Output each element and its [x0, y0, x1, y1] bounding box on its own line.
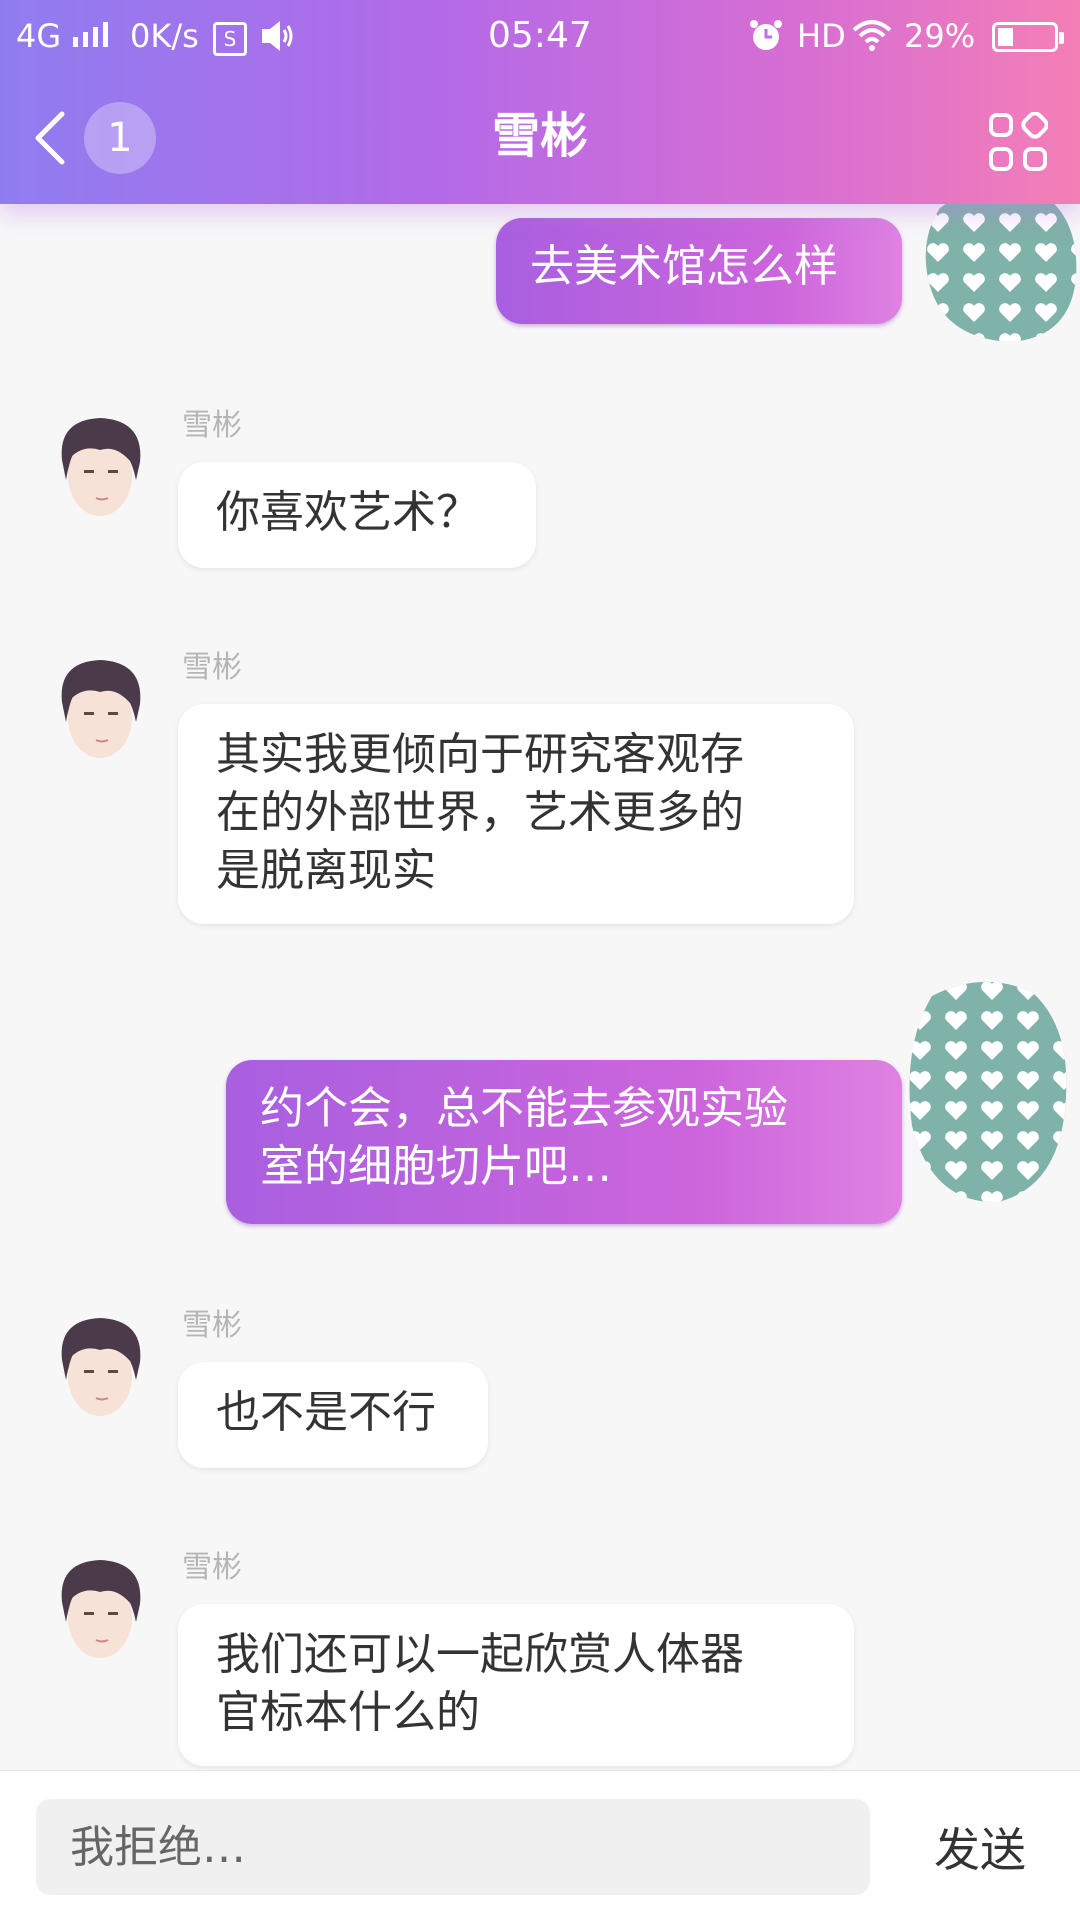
outgoing-message-bubble[interactable]: 约个会，总不能去参观实验 室的细胞切片吧…: [226, 1060, 902, 1224]
contact-avatar[interactable]: [48, 1310, 152, 1426]
send-button[interactable]: 发送: [900, 1799, 1060, 1895]
signal-bars-icon: [73, 22, 109, 47]
message-line: 室的细胞切片吧…: [260, 1141, 612, 1192]
hd-indicator: HD: [797, 17, 846, 55]
grid-menu-icon[interactable]: [988, 112, 1048, 172]
message-line: 在的外部世界，艺术更多的: [216, 787, 744, 838]
network-signal: 4G: [16, 16, 111, 56]
network-type-label: 4G: [16, 17, 62, 55]
sender-name: 雪彬: [182, 650, 242, 685]
clock: 05:47: [488, 15, 592, 56]
app-header: 4G 0K/s S 05:47 HD 29% 1 雪彬: [0, 0, 1080, 204]
speaker-icon: [262, 21, 293, 51]
incoming-message-bubble[interactable]: 我们还可以一起欣赏人体器 官标本什么的: [178, 1604, 854, 1766]
message-input[interactable]: [36, 1799, 870, 1895]
page-title: 雪彬: [491, 108, 588, 164]
wifi-icon: [852, 20, 892, 51]
s-app-icon: S: [213, 22, 247, 56]
incoming-message-bubble[interactable]: 你喜欢艺术？: [178, 462, 536, 568]
sender-name: 雪彬: [182, 1308, 242, 1343]
alarm-icon: [750, 20, 782, 50]
message-line: 约个会，总不能去参观实验: [260, 1083, 788, 1134]
net-speed: 0K/s: [130, 17, 199, 55]
contact-avatar[interactable]: [48, 1552, 152, 1668]
outgoing-message-bubble[interactable]: 去美术馆怎么样: [496, 218, 902, 324]
message-input-bar: 发送: [0, 1770, 1080, 1921]
incoming-message-bubble[interactable]: 也不是不行: [178, 1362, 488, 1468]
message-line: 官标本什么的: [216, 1687, 480, 1738]
status-bar: 4G 0K/s S 05:47 HD 29%: [0, 0, 1080, 76]
message-line: 是脱离现实: [216, 845, 436, 896]
contact-avatar[interactable]: [48, 410, 152, 526]
message-line: 你喜欢艺术？: [216, 487, 480, 538]
message-text: 去美术馆怎么样: [530, 241, 838, 292]
message-line: 我们还可以一起欣赏人体器: [216, 1629, 744, 1680]
message-line: 也不是不行: [216, 1387, 436, 1438]
incoming-message-bubble[interactable]: 其实我更倾向于研究客观存 在的外部世界，艺术更多的 是脱离现实: [178, 704, 854, 924]
sender-name: 雪彬: [182, 408, 242, 443]
sender-name: 雪彬: [182, 1550, 242, 1585]
message-line: 其实我更倾向于研究客观存: [216, 729, 744, 780]
battery-icon: [992, 22, 1064, 52]
contact-avatar[interactable]: [48, 652, 152, 768]
battery-percent: 29%: [904, 17, 976, 55]
user-avatar[interactable]: [902, 976, 1072, 1206]
